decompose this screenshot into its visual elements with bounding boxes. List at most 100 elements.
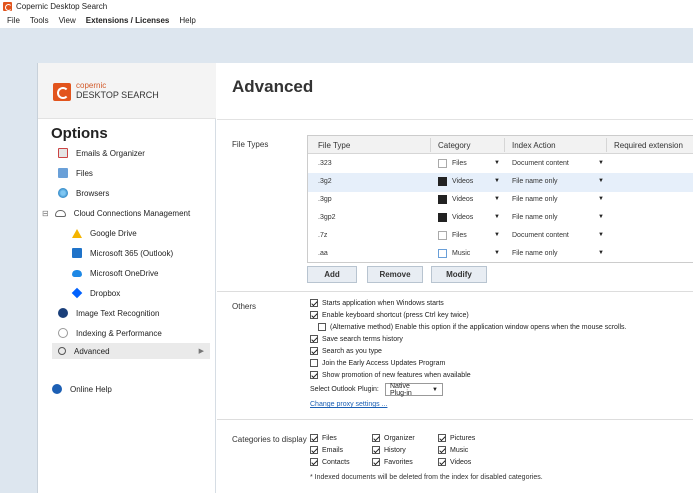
category-history-checkbox[interactable]: History — [372, 446, 406, 454]
sidebar-item-dropbox[interactable]: Dropbox — [71, 285, 212, 301]
chevron-down-icon[interactable]: ▼ — [494, 250, 500, 256]
page-title: Advanced — [232, 77, 314, 96]
add-button[interactable]: Add — [307, 266, 357, 283]
chevron-down-icon[interactable]: ▼ — [598, 250, 604, 256]
chevron-down-icon[interactable]: ▼ — [598, 232, 604, 238]
checkbox-unchecked[interactable] — [318, 323, 326, 331]
sidebar-item-label: Files — [76, 168, 93, 178]
category-cell[interactable]: Videos — [452, 178, 473, 185]
file-types-table[interactable]: File Type Category Index Action Required… — [307, 135, 693, 263]
index-action-cell[interactable]: File name only — [512, 214, 558, 221]
index-action-cell[interactable]: Document content — [512, 232, 569, 239]
category-cell[interactable]: Videos — [452, 214, 473, 221]
checkbox-checked[interactable] — [372, 458, 380, 466]
sidebar-item-emails-organizer[interactable]: Emails & Organizer — [58, 145, 208, 161]
save-history-checkbox[interactable]: Save search terms history — [310, 335, 403, 343]
table-row[interactable]: .3gp Videos ▼ File name only ▼ — [308, 191, 693, 210]
menu-help[interactable]: Help — [174, 16, 200, 25]
checkbox-checked[interactable] — [372, 446, 380, 454]
checkbox-checked[interactable] — [310, 335, 318, 343]
search-as-you-type-checkbox[interactable]: Search as you type — [310, 347, 382, 355]
sidebar-item-google-drive[interactable]: Google Drive — [72, 225, 212, 241]
chevron-down-icon[interactable]: ▼ — [598, 214, 604, 220]
column-header-index-action[interactable]: Index Action — [512, 141, 556, 150]
chevron-down-icon[interactable]: ▼ — [494, 232, 500, 238]
checkbox-checked[interactable] — [310, 371, 318, 379]
checkbox-checked[interactable] — [438, 434, 446, 442]
chevron-down-icon[interactable]: ▼ — [494, 178, 500, 184]
category-contacts-checkbox[interactable]: Contacts — [310, 458, 350, 466]
table-row[interactable]: .aa Music ▼ File name only ▼ — [308, 245, 693, 262]
category-videos-checkbox[interactable]: Videos — [438, 458, 471, 466]
sidebar-item-browsers[interactable]: Browsers — [58, 185, 208, 201]
category-files-checkbox[interactable]: Files — [310, 434, 337, 442]
menu-view[interactable]: View — [54, 16, 81, 25]
checkbox-checked[interactable] — [438, 446, 446, 454]
checkbox-label: Search as you type — [322, 347, 382, 355]
chevron-down-icon[interactable]: ▼ — [598, 160, 604, 166]
table-row[interactable]: .3gp2 Videos ▼ File name only ▼ — [308, 209, 693, 228]
online-help-link[interactable]: Online Help — [52, 381, 202, 397]
chevron-down-icon[interactable]: ▼ — [494, 160, 500, 166]
category-music-checkbox[interactable]: Music — [438, 446, 468, 454]
menu-extensions-licenses[interactable]: Extensions / Licenses — [81, 16, 175, 25]
sidebar-item-indexing-performance[interactable]: Indexing & Performance — [58, 325, 208, 341]
remove-button[interactable]: Remove — [367, 266, 423, 283]
sidebar-item-image-text-recognition[interactable]: Image Text Recognition — [58, 305, 208, 321]
promotion-checkbox[interactable]: Show promotion of new features when avai… — [310, 371, 471, 379]
mail-icon — [58, 148, 68, 158]
category-cell[interactable]: Files — [452, 160, 467, 167]
category-cell[interactable]: Videos — [452, 196, 473, 203]
search-icon — [58, 347, 66, 355]
table-header: File Type Category Index Action Required… — [308, 136, 693, 154]
keyboard-shortcut-checkbox[interactable]: Enable keyboard shortcut (press Ctrl key… — [310, 311, 469, 319]
index-action-cell[interactable]: File name only — [512, 250, 558, 257]
chevron-down-icon[interactable]: ▼ — [494, 214, 500, 220]
sidebar-item-cloud-connections[interactable]: ⊟ Cloud Connections Management — [42, 205, 212, 221]
column-header-required-extension[interactable]: Required extension — [614, 141, 683, 150]
menu-file[interactable]: File — [2, 16, 25, 25]
sidebar-item-advanced[interactable]: Advanced ▶ — [52, 343, 210, 359]
index-action-cell[interactable]: File name only — [512, 178, 558, 185]
category-emails-checkbox[interactable]: Emails — [310, 446, 343, 454]
index-action-cell[interactable]: File name only — [512, 196, 558, 203]
table-row[interactable]: .7z Files ▼ Document content ▼ — [308, 227, 693, 246]
sidebar-item-microsoft-365[interactable]: Microsoft 365 (Outlook) — [72, 245, 212, 261]
checkbox-checked[interactable] — [372, 434, 380, 442]
sidebar-item-files[interactable]: Files — [58, 165, 208, 181]
cloud-icon — [54, 209, 66, 217]
checkbox-checked[interactable] — [310, 446, 318, 454]
category-cell[interactable]: Music — [452, 250, 470, 257]
modify-button[interactable]: Modify — [431, 266, 487, 283]
checkbox-checked[interactable] — [310, 299, 318, 307]
alternative-method-checkbox[interactable]: (Alternative method) Enable this option … — [318, 323, 627, 331]
category-favorites-checkbox[interactable]: Favorites — [372, 458, 413, 466]
chevron-down-icon[interactable]: ▼ — [598, 196, 604, 202]
index-action-cell[interactable]: Document content — [512, 160, 569, 167]
category-organizer-checkbox[interactable]: Organizer — [372, 434, 415, 442]
menu-tools[interactable]: Tools — [25, 16, 54, 25]
early-access-checkbox[interactable]: Join the Early Access Updates Program — [310, 359, 445, 367]
proxy-settings-link[interactable]: Change proxy settings ... — [310, 401, 387, 408]
chevron-down-icon[interactable]: ▼ — [494, 196, 500, 202]
checkbox-checked[interactable] — [310, 347, 318, 355]
category-cell[interactable]: Files — [452, 232, 467, 239]
sidebar-item-onedrive[interactable]: Microsoft OneDrive — [72, 265, 212, 281]
options-window-background: copernic DESKTOP SEARCH Options Emails &… — [0, 28, 693, 493]
chevron-down-icon[interactable]: ▼ — [598, 178, 604, 184]
table-row[interactable]: .323 Files ▼ Document content ▼ — [308, 155, 693, 174]
checkbox-checked[interactable] — [310, 458, 318, 466]
checkbox-checked[interactable] — [438, 458, 446, 466]
category-pictures-checkbox[interactable]: Pictures — [438, 434, 475, 442]
start-with-windows-checkbox[interactable]: Starts application when Windows starts — [310, 299, 444, 307]
checkbox-checked[interactable] — [310, 311, 318, 319]
table-row[interactable]: .3g2 Videos ▼ File name only ▼ — [308, 173, 693, 192]
outlook-plugin-value: Native Plug-in — [390, 382, 412, 397]
outlook-plugin-select[interactable]: Native Plug-in ▼ — [385, 382, 443, 397]
column-header-category[interactable]: Category — [438, 141, 470, 150]
column-header-file-type[interactable]: File Type — [318, 141, 350, 150]
collapse-icon[interactable]: ⊟ — [42, 209, 49, 218]
browser-icon — [58, 188, 68, 198]
checkbox-unchecked[interactable] — [310, 359, 318, 367]
checkbox-checked[interactable] — [310, 434, 318, 442]
